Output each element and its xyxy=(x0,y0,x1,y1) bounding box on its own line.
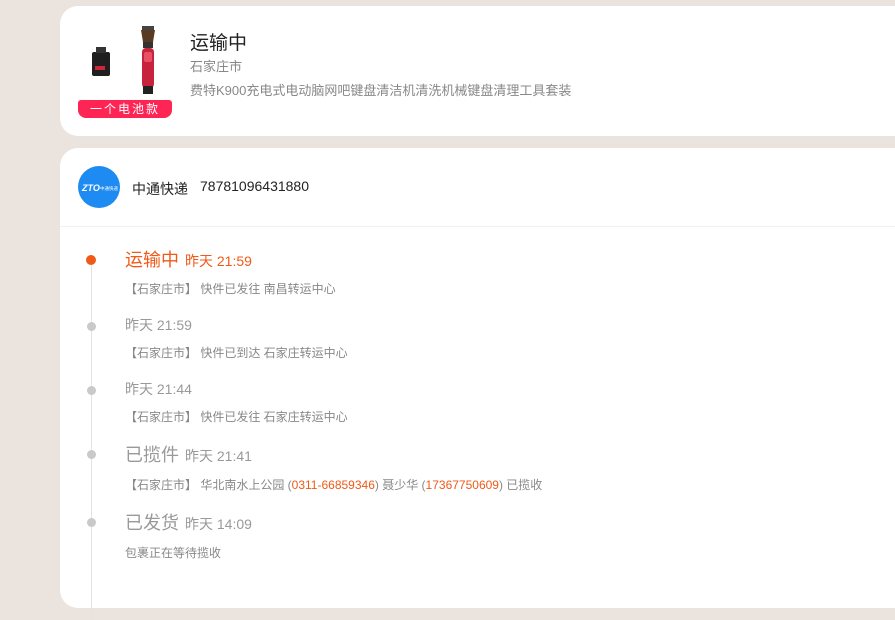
carrier-logo: ZTO 中通快递 xyxy=(78,166,120,208)
carrier-name: 中通快递 xyxy=(132,181,188,197)
event-status: 已发货 xyxy=(125,513,179,533)
product-card[interactable]: 一个电池款 运输中 石家庄市 费特K900充电式电动脑网吧键盘清洁机清洗机械键盘… xyxy=(60,6,895,136)
timeline-line xyxy=(91,260,92,620)
variant-banner: 一个电池款 xyxy=(78,100,172,118)
event-time: 昨天 21:41 xyxy=(185,448,252,464)
timeline-event-header: 运输中 昨天 21:59 xyxy=(125,246,252,272)
event-status: 运输中 xyxy=(125,250,179,270)
timeline-dot xyxy=(87,518,96,527)
event-status: 已揽件 xyxy=(125,445,179,465)
event-desc-prefix: 【石家庄市】 华北南水上公园 ( xyxy=(125,478,292,492)
event-description: 【石家庄市】 快件已发往 石家庄转运中心 xyxy=(125,410,348,424)
event-description: 【石家庄市】 华北南水上公园 (0311-66859346) 聂少华 (1736… xyxy=(125,476,542,493)
timeline-dot-active xyxy=(86,255,96,265)
event-desc-courier: ) 聂少华 ( xyxy=(374,478,426,492)
product-name[interactable]: 费特K900充电式电动脑网吧键盘清洁机清洗机械键盘清理工具套装 xyxy=(190,80,571,99)
timeline-dot xyxy=(87,322,96,331)
tracking-number[interactable]: 78781096431880 xyxy=(200,178,309,194)
event-description: 【石家庄市】 快件已发往 南昌转运中心 xyxy=(125,282,336,296)
current-city: 石家庄市 xyxy=(190,59,243,74)
timeline-dot xyxy=(87,386,96,395)
event-time: 昨天 14:09 xyxy=(185,516,252,532)
timeline-event-header: 已揽件 昨天 21:41 xyxy=(125,441,252,467)
event-desc-suffix: ) 已揽收 xyxy=(498,478,543,492)
courier-mobile-link[interactable]: 17367750609 xyxy=(426,478,499,492)
event-description: 【石家庄市】 快件已到达 石家庄转运中心 xyxy=(125,346,348,360)
shipment-status-title: 运输中 xyxy=(190,33,248,54)
courier-phone-link[interactable]: 0311-66859346 xyxy=(292,478,375,492)
logo-wordmark: ZTO xyxy=(81,183,100,193)
zto-logo-icon: ZTO 中通快递 xyxy=(81,183,118,193)
product-thumbnail[interactable]: 一个电池款 xyxy=(78,22,172,118)
tracking-card: ZTO 中通快递 中通快递 78781096431880 运输中 昨天 21:59… xyxy=(60,148,895,620)
event-time: 昨天 21:44 xyxy=(125,381,192,397)
timeline-event-header: 昨天 21:44 xyxy=(125,379,192,399)
timeline-dot xyxy=(87,450,96,459)
event-time: 昨天 21:59 xyxy=(125,317,192,333)
carrier-header: ZTO 中通快递 中通快递 78781096431880 xyxy=(60,148,895,227)
event-description: 包裹正在等待揽收 xyxy=(125,546,222,560)
timeline-event-header: 昨天 21:59 xyxy=(125,315,192,335)
timeline-event-header: 已发货 昨天 14:09 xyxy=(125,509,252,535)
event-time: 昨天 21:59 xyxy=(185,253,252,269)
product-image xyxy=(92,26,155,94)
logo-subtext: 中通快递 xyxy=(100,185,118,192)
